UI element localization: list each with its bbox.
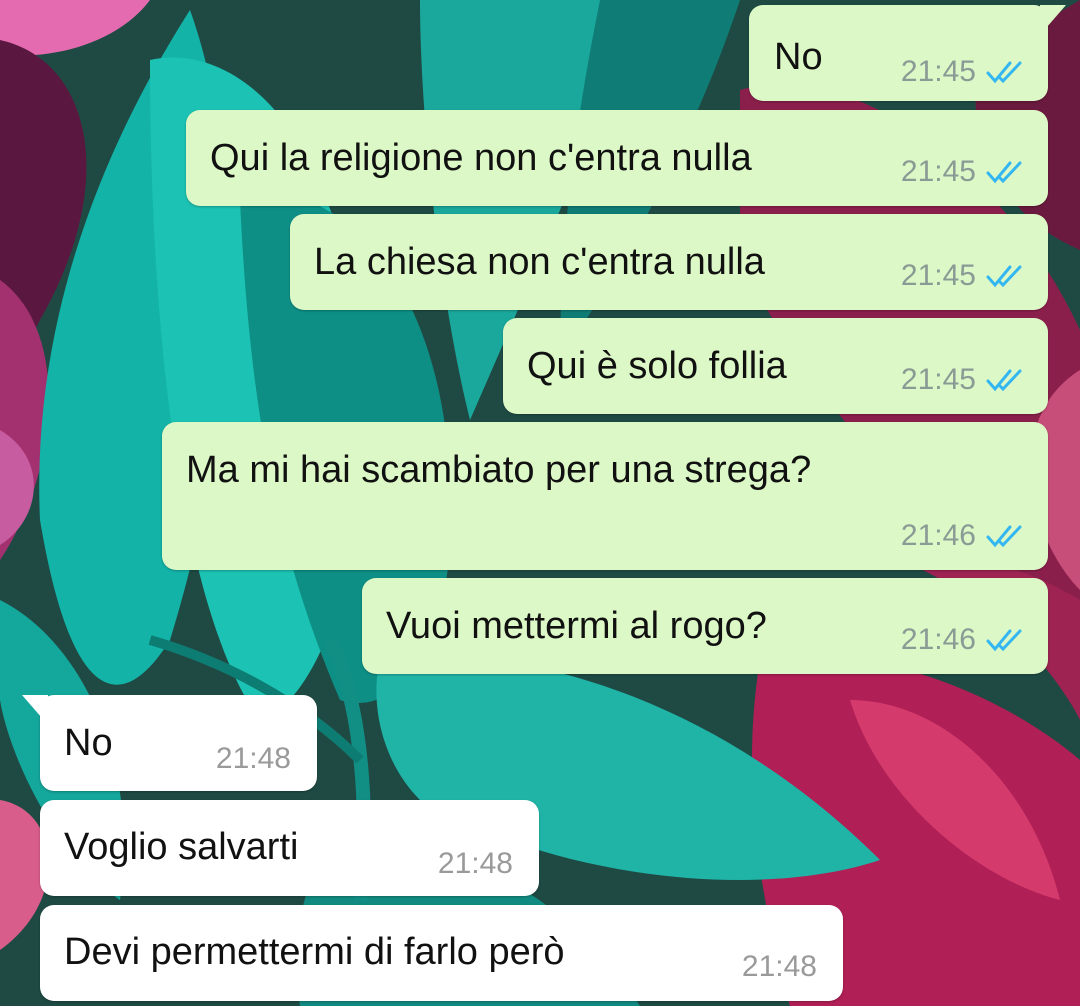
message-meta: 21:46 bbox=[901, 623, 1026, 657]
message-meta: 21:46 bbox=[901, 519, 1026, 553]
message-text: Qui la religione non c'entra nulla bbox=[210, 137, 752, 179]
message-text: No bbox=[64, 722, 113, 764]
message-time: 21:45 bbox=[900, 155, 976, 188]
message-text: Ma mi hai scambiato per una strega? bbox=[186, 449, 812, 491]
message-text: Voglio salvarti bbox=[64, 826, 299, 868]
message-meta: 21:48 bbox=[742, 950, 817, 984]
outgoing-message[interactable]: Qui è solo follia 21:45 bbox=[503, 318, 1048, 414]
message-time: 21:45 bbox=[900, 363, 976, 396]
outgoing-message[interactable]: Ma mi hai scambiato per una strega? 21:4… bbox=[162, 422, 1048, 570]
message-time: 21:48 bbox=[215, 742, 291, 775]
message-meta: 21:45 bbox=[901, 363, 1026, 397]
message-meta: 21:45 bbox=[901, 155, 1026, 189]
double-check-icon bbox=[986, 161, 1022, 184]
bubble-tail-icon bbox=[22, 695, 48, 725]
incoming-message[interactable]: No 21:48 bbox=[22, 695, 317, 791]
message-meta: 21:48 bbox=[438, 847, 513, 881]
message-time: 21:45 bbox=[900, 259, 976, 292]
message-text: Qui è solo follia bbox=[527, 345, 787, 387]
message-time: 21:46 bbox=[900, 623, 976, 656]
message-meta: 21:48 bbox=[216, 742, 291, 776]
incoming-message[interactable]: Voglio salvarti 21:48 bbox=[40, 800, 539, 896]
double-check-icon bbox=[986, 61, 1022, 84]
outgoing-message[interactable]: No 21:45 bbox=[749, 5, 1066, 101]
message-text: No bbox=[774, 36, 823, 78]
bubble-tail-icon bbox=[1040, 5, 1066, 35]
double-check-icon bbox=[986, 525, 1022, 548]
double-check-icon bbox=[986, 369, 1022, 392]
message-meta: 21:45 bbox=[901, 55, 1026, 89]
double-check-icon bbox=[986, 629, 1022, 652]
outgoing-message[interactable]: La chiesa non c'entra nulla 21:45 bbox=[290, 214, 1048, 310]
message-time: 21:46 bbox=[900, 519, 976, 552]
message-time: 21:48 bbox=[437, 847, 513, 880]
message-text: Vuoi mettermi al rogo? bbox=[386, 605, 767, 647]
double-check-icon bbox=[986, 265, 1022, 288]
message-text: La chiesa non c'entra nulla bbox=[314, 241, 765, 283]
message-meta: 21:45 bbox=[901, 259, 1026, 293]
message-time: 21:48 bbox=[741, 950, 817, 983]
outgoing-message[interactable]: Vuoi mettermi al rogo? 21:46 bbox=[362, 578, 1048, 674]
message-text: Devi permettermi di farlo però bbox=[64, 931, 565, 973]
message-time: 21:45 bbox=[900, 55, 976, 88]
outgoing-message[interactable]: Qui la religione non c'entra nulla 21:45 bbox=[186, 110, 1048, 206]
incoming-message[interactable]: Devi permettermi di farlo però 21:48 bbox=[40, 905, 843, 1001]
